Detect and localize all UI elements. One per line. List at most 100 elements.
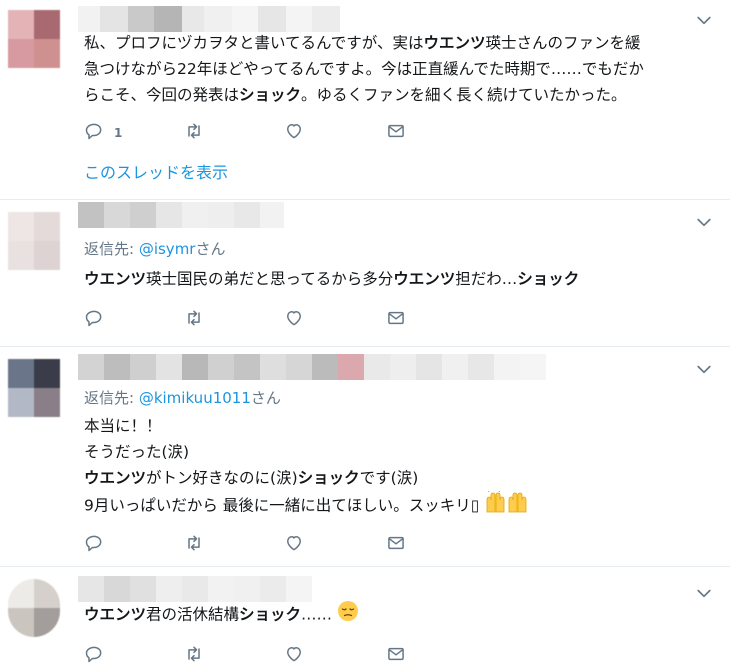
bold-text: ウエンツ	[423, 34, 486, 52]
chevron-down-icon[interactable]	[694, 212, 714, 232]
tweet-actions	[84, 534, 414, 556]
text-segment: 9月いっぱいだから 最後に一緒に出てほしい。スッキリ▯	[84, 496, 480, 515]
username-redacted[interactable]	[78, 354, 546, 380]
avatar[interactable]	[8, 359, 60, 417]
reply-button[interactable]: 1	[84, 122, 122, 144]
username-redacted[interactable]	[78, 6, 340, 32]
reply-button[interactable]	[84, 309, 104, 331]
tweet-text-line: らこそ、今回の発表はショック。ゆるくファンを細く長く続けていたかった。	[84, 82, 644, 108]
chevron-down-icon[interactable]	[694, 583, 714, 603]
bold-text: ショック	[239, 86, 302, 104]
reply-handle-link[interactable]: @isymr	[139, 240, 196, 258]
text-segment: 担だわ…	[455, 270, 518, 288]
like-icon	[284, 121, 304, 145]
reply-count: 1	[114, 126, 123, 140]
bold-text: ショック	[297, 469, 360, 487]
dm-button[interactable]	[386, 534, 406, 556]
dm-icon	[386, 308, 406, 332]
bold-text: ウエンツ	[84, 605, 147, 624]
like-icon	[284, 308, 304, 332]
tweet[interactable]: 返信先: @kimikuu1011さん 本当に！！ そうだった(涙) ウエンツが…	[0, 347, 730, 567]
tweet-actions	[84, 309, 414, 331]
text-segment: 。ゆるくファンを細く長く続けていたかった。	[301, 86, 627, 104]
avatar[interactable]	[8, 10, 60, 68]
text-segment: がトン好きなのに(涙)	[146, 469, 298, 487]
tweet-actions: 1	[84, 122, 414, 144]
tweet[interactable]: 私、プロフにヅカヲタと書いてるんですが、実はウエンツ瑛士さんのファンを緩 急つけ…	[0, 0, 730, 200]
reply-button[interactable]	[84, 645, 104, 667]
tweet[interactable]: ウエンツ君の活休結構ショック……	[0, 567, 730, 671]
like-button[interactable]	[284, 122, 304, 144]
reply-suffix: さん	[195, 240, 226, 258]
tweet-text: ウエンツ君の活休結構ショック……	[84, 600, 359, 630]
chevron-down-icon[interactable]	[694, 10, 714, 30]
tweet-text-line: そうだった(涙)	[84, 439, 530, 465]
dm-button[interactable]	[386, 122, 406, 144]
reply-button[interactable]	[84, 534, 104, 556]
reply-context: 返信先: @kimikuu1011さん	[84, 387, 281, 408]
pensive-face-emoji	[337, 600, 359, 630]
text-segment: 瑛士国民の弟だと思ってるから多分	[146, 270, 394, 288]
tweet-actions	[84, 645, 414, 667]
reply-icon	[84, 308, 104, 332]
dm-button[interactable]	[386, 645, 406, 667]
text-segment: そうだった(涙)	[84, 443, 190, 461]
tweet-text: 本当に！！ そうだった(涙) ウエンツがトン好きなのに(涙)ショックです(涙) …	[84, 413, 530, 521]
raising-hands-emoji	[484, 489, 530, 521]
like-button[interactable]	[284, 534, 304, 556]
text-segment: 君の活休結構	[146, 605, 240, 624]
like-icon	[284, 533, 304, 557]
dm-button[interactable]	[386, 309, 406, 331]
retweet-icon	[184, 121, 204, 145]
tweet-text-line: ウエンツがトン好きなのに(涙)ショックです(涙)	[84, 465, 530, 491]
username-redacted[interactable]	[78, 576, 312, 602]
retweet-icon	[184, 308, 204, 332]
like-button[interactable]	[284, 645, 304, 667]
bold-text: ショック	[517, 270, 580, 288]
tweet-text-line: 急つけながら22年ほどやってるんですよ。今は正直緩んでた時期で……でもだか	[84, 56, 644, 82]
reply-icon	[84, 121, 104, 145]
text-segment: らこそ、今回の発表は	[84, 86, 240, 104]
reply-context: 返信先: @isymrさん	[84, 238, 225, 259]
retweet-icon	[184, 644, 204, 668]
text-segment: 私、プロフにヅカヲタと書いてるんですが、実は	[84, 34, 424, 52]
text-segment: 本当に！！	[84, 417, 162, 435]
tweet-text-line: 私、プロフにヅカヲタと書いてるんですが、実はウエンツ瑛士さんのファンを緩	[84, 30, 644, 56]
avatar[interactable]	[8, 212, 60, 270]
tweet-text-line: 本当に！！	[84, 413, 530, 439]
retweet-button[interactable]	[184, 534, 204, 556]
text-segment: ……	[301, 605, 333, 624]
tweet-text-line: ウエンツ君の活休結構ショック……	[84, 600, 359, 630]
text-segment: 急つけながら22年ほどやってるんですよ。今は正直緩んでた時期で……でもだか	[84, 60, 644, 78]
like-button[interactable]	[284, 309, 304, 331]
reply-icon	[84, 533, 104, 557]
bold-text: ウエンツ	[84, 270, 147, 288]
retweet-icon	[184, 533, 204, 557]
reply-icon	[84, 644, 104, 668]
text-segment: です(涙)	[359, 469, 419, 487]
dm-icon	[386, 644, 406, 668]
reply-handle-link[interactable]: @kimikuu1011	[139, 389, 251, 407]
reply-prefix: 返信先:	[84, 389, 139, 407]
tweet-text-line: ウエンツ瑛士国民の弟だと思ってるから多分ウエンツ担だわ…ショック	[84, 266, 579, 292]
like-icon	[284, 644, 304, 668]
text-segment: 瑛士さんのファンを緩	[485, 34, 641, 52]
chevron-down-icon[interactable]	[694, 359, 714, 379]
dm-icon	[386, 533, 406, 557]
bold-text: ウエンツ	[393, 270, 456, 288]
bold-text: ウエンツ	[84, 469, 147, 487]
reply-prefix: 返信先:	[84, 240, 139, 258]
tweet-text: 私、プロフにヅカヲタと書いてるんですが、実はウエンツ瑛士さんのファンを緩 急つけ…	[84, 30, 644, 108]
retweet-button[interactable]	[184, 309, 204, 331]
retweet-button[interactable]	[184, 645, 204, 667]
username-redacted[interactable]	[78, 202, 284, 228]
retweet-button[interactable]	[184, 122, 204, 144]
tweet-text-line: 9月いっぱいだから 最後に一緒に出てほしい。スッキリ▯	[84, 489, 530, 521]
dm-icon	[386, 121, 406, 145]
tweet-text: ウエンツ瑛士国民の弟だと思ってるから多分ウエンツ担だわ…ショック	[84, 266, 579, 292]
tweet[interactable]: 返信先: @isymrさん ウエンツ瑛士国民の弟だと思ってるから多分ウエンツ担だ…	[0, 200, 730, 347]
reply-suffix: さん	[250, 389, 281, 407]
show-thread-link[interactable]: このスレッドを表示	[84, 159, 228, 183]
avatar[interactable]	[8, 579, 60, 637]
bold-text: ショック	[239, 605, 302, 624]
